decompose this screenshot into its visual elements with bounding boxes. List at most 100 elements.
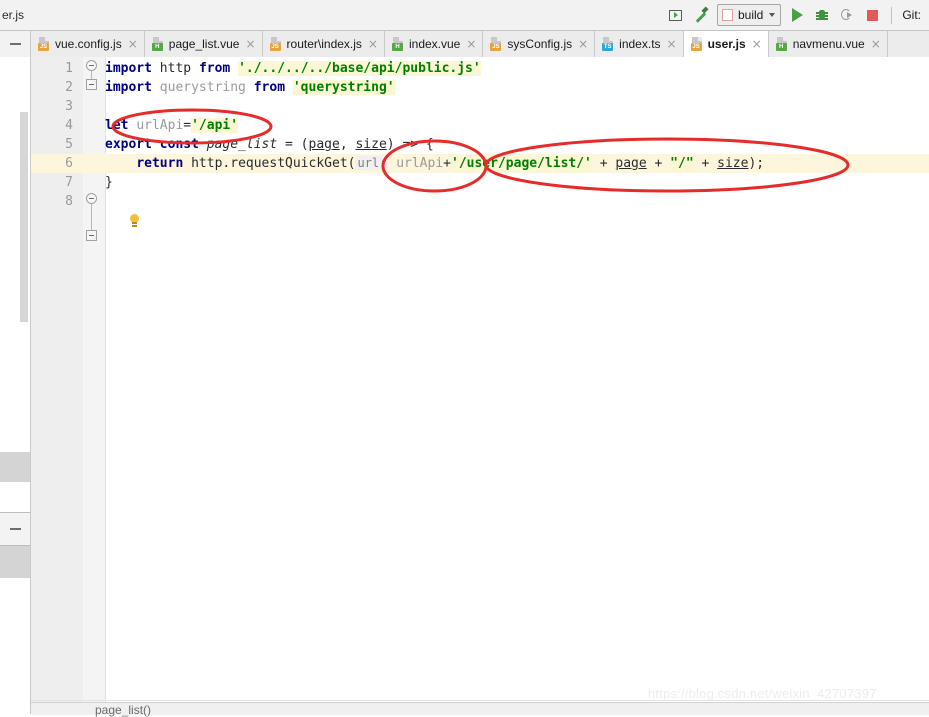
file-type-icon-ts: TS [602, 37, 615, 51]
code-token: , [339, 137, 356, 152]
editor-tab-label: vue.config.js [55, 37, 122, 51]
code-token: export const [105, 137, 207, 152]
code-lines[interactable]: 1 import http from './../../../base/api/p… [31, 57, 929, 702]
code-line[interactable]: 1 import http from './../../../base/api/p… [31, 59, 929, 78]
project-panel-row[interactable] [0, 546, 30, 578]
code-token: page [308, 137, 340, 152]
code-token: "/" [670, 156, 694, 171]
code-line-text: import http from './../../../base/api/pu… [105, 59, 481, 78]
editor-tab-strip: JS vue.config.js × Hpage_list.vue × JS router\… [0, 31, 929, 58]
file-type-icon-js: JS [38, 37, 51, 51]
code-token: urlApi [388, 156, 444, 171]
code-line-text: export const page_list = (page, size) =>… [105, 135, 434, 154]
code-token: '/user/page/list/' [451, 156, 592, 171]
git-label: Git: [902, 8, 921, 22]
toolbar-separator [891, 6, 893, 24]
collapse-panel-button[interactable] [0, 31, 31, 57]
close-icon[interactable]: × [245, 38, 255, 50]
minus-icon [9, 528, 21, 530]
editor-tab-label: navmenu.vue [792, 37, 865, 51]
code-token: = [183, 118, 192, 133]
run-configuration-selector[interactable]: build [716, 4, 782, 26]
code-token: page_list [206, 137, 278, 152]
code-token: http [151, 61, 199, 76]
close-icon[interactable]: × [752, 38, 762, 50]
stop-icon[interactable] [863, 6, 881, 24]
code-line[interactable]: 4 let urlApi='/api' [31, 116, 929, 135]
close-icon[interactable]: × [128, 38, 138, 50]
status-bar [31, 702, 929, 715]
code-token: + [646, 156, 671, 171]
ide-window: er.js build Git: JS vue.config.js × Hpage_l… [0, 0, 929, 717]
code-line[interactable]: 3 [31, 97, 929, 116]
code-line-text: import querystring from 'querystring' [105, 78, 395, 97]
code-token: ) => { [386, 137, 434, 152]
editor-tab-label: page_list.vue [168, 37, 240, 51]
editor-tab-user-js[interactable]: JS user.js × [683, 31, 769, 57]
code-token: + [591, 156, 616, 171]
code-line[interactable]: 2 import querystring from 'querystring' [31, 78, 929, 97]
code-token: = ( [277, 137, 309, 152]
code-editor[interactable]: 1 import http from './../../../base/api/p… [31, 57, 929, 702]
watermark-text: https://blog.csdn.net/weixin_42707397 [648, 686, 877, 701]
code-token: import [105, 80, 152, 95]
code-line[interactable]: 6 return http.requestQuickGet(url: urlAp… [31, 154, 929, 173]
minus-icon [9, 43, 21, 45]
editor-tab-page_list-vue[interactable]: Hpage_list.vue × [144, 31, 263, 57]
code-line[interactable]: 5 export const page_list = (page, size) =… [31, 135, 929, 154]
code-token: page [615, 156, 647, 171]
code-token: http.requestQuickGet( [183, 156, 356, 171]
project-panel-collapse-button[interactable] [0, 513, 30, 545]
code-token: '/api' [191, 118, 239, 133]
attach-process-icon[interactable] [838, 6, 856, 24]
code-line[interactable]: 7} [31, 173, 929, 192]
editor-tab-label: index.ts [619, 37, 661, 51]
close-icon[interactable]: × [368, 38, 378, 50]
code-token: size [355, 137, 387, 152]
code-line-text: } [105, 173, 113, 192]
editor-tab-index-ts[interactable]: TS index.ts × [595, 31, 684, 57]
code-token: + [693, 156, 718, 171]
code-token: urlApi [136, 118, 184, 133]
editor-tab-label: user.js [707, 37, 746, 51]
build-hammer-icon[interactable] [692, 6, 710, 24]
code-token: import [105, 61, 152, 76]
editor-tab-router-index-js[interactable]: JS router\index.js × [262, 31, 385, 57]
editor-tab-label: sysConfig.js [507, 37, 573, 51]
debug-bug-icon[interactable] [813, 6, 831, 24]
project-tool-window[interactable] [0, 57, 31, 714]
editor-tab-sysconfig-js[interactable]: JS sysConfig.js × [483, 31, 596, 57]
run-icon[interactable] [788, 6, 806, 24]
file-type-icon-h: H [391, 37, 405, 51]
code-line[interactable]: 8 [31, 192, 929, 211]
close-icon[interactable]: × [466, 38, 476, 50]
console-icon[interactable] [667, 6, 685, 24]
code-token: ); [748, 156, 765, 171]
code-token: url: [355, 156, 389, 170]
editor-tab-navmenu-vue[interactable]: Hnavmenu.vue × [768, 31, 888, 57]
close-icon[interactable]: × [578, 38, 588, 50]
editor-tab-label: router\index.js [286, 37, 362, 51]
file-type-icon-js: JS [490, 37, 503, 51]
project-panel-row[interactable] [0, 452, 30, 482]
project-panel-scrollbar[interactable] [20, 112, 28, 322]
close-icon[interactable]: × [667, 38, 677, 50]
editor-tab-vue-config-js[interactable]: JS vue.config.js × [31, 31, 145, 57]
line-number: 5 [65, 137, 73, 152]
file-type-icon-js: JS [269, 37, 283, 51]
breadcrumb-bottom[interactable]: page_list() [95, 703, 151, 717]
file-type-icon-h: H [775, 37, 789, 51]
main-toolbar: er.js build Git: [0, 0, 929, 31]
editor-tab-index-vue[interactable]: Hindex.vue × [384, 31, 484, 57]
code-line-text: let urlApi='/api' [105, 116, 239, 135]
line-number: 2 [65, 80, 73, 95]
line-number: 3 [65, 99, 73, 114]
code-line-text: return http.requestQuickGet(url: urlApi+… [105, 154, 764, 173]
close-icon[interactable]: × [871, 38, 881, 50]
code-token: let [105, 118, 137, 133]
run-configuration-icon [721, 9, 733, 21]
line-number: 6 [65, 156, 73, 171]
